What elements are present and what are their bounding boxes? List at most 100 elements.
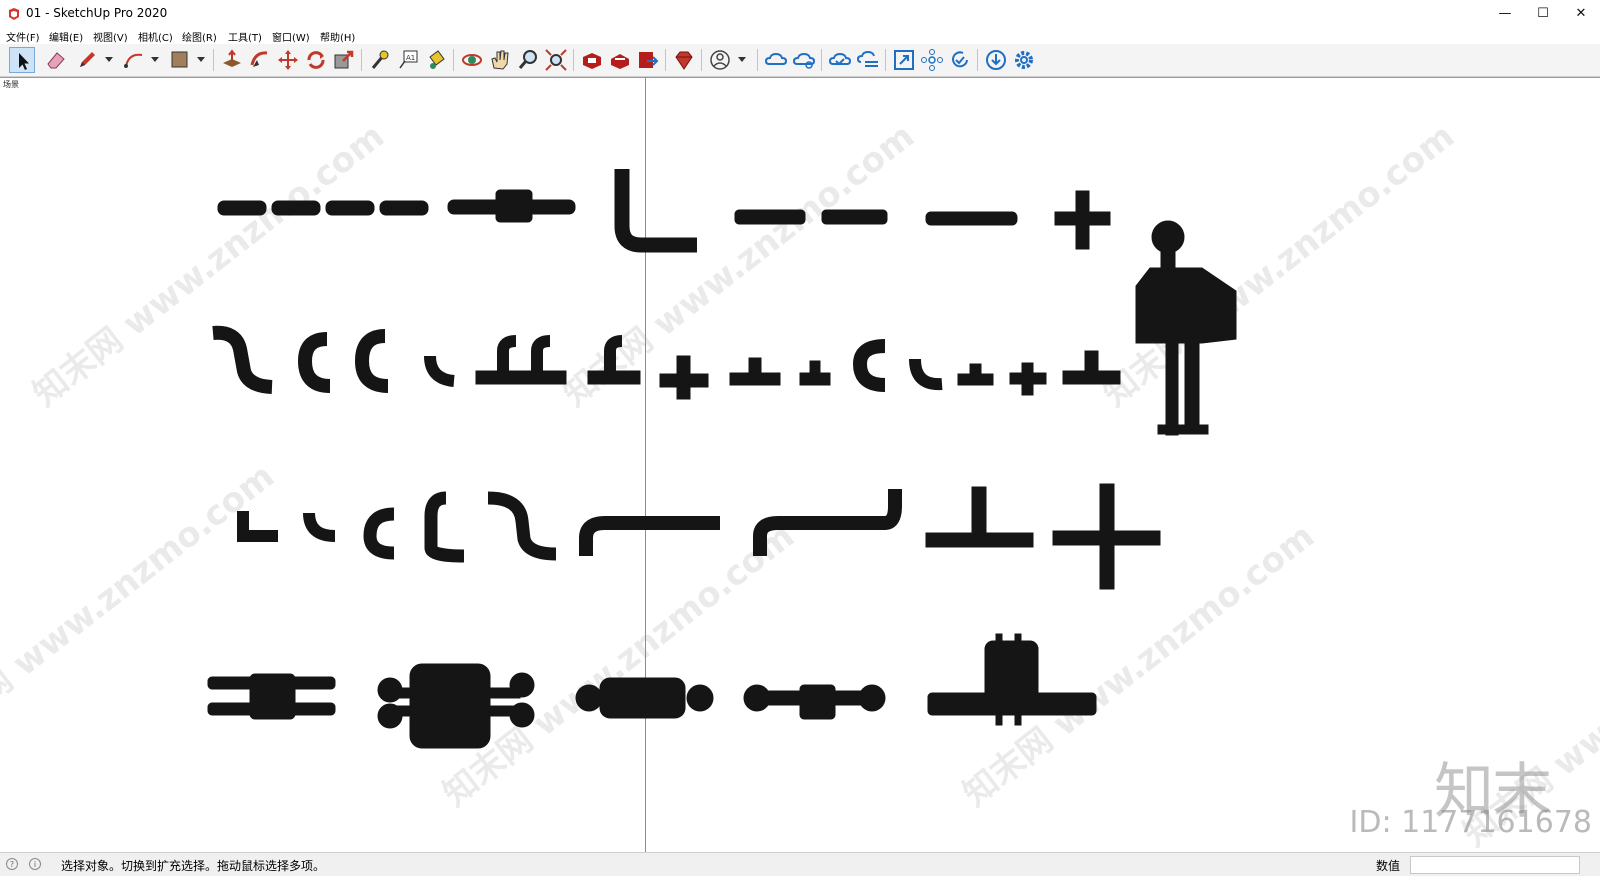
rotate-icon[interactable] <box>303 47 329 73</box>
close-button[interactable]: ✕ <box>1562 0 1600 28</box>
info-icon[interactable]: i <box>29 858 41 870</box>
shape-dropdown-icon[interactable] <box>197 57 205 62</box>
pan-icon[interactable] <box>487 47 513 73</box>
geo-location-icon[interactable]: ? <box>6 858 18 870</box>
window-title: 01 - SketchUp Pro 2020 <box>26 6 168 20</box>
valve-bolt <box>995 633 1003 647</box>
pipe-segment <box>925 211 1018 226</box>
cross-fitting <box>1099 483 1115 590</box>
tape-measure-icon[interactable] <box>367 47 393 73</box>
eraser-icon[interactable] <box>43 47 69 73</box>
pipe-elbow <box>363 507 395 560</box>
settings-icon[interactable] <box>1011 47 1037 73</box>
pipe-segment <box>734 209 806 225</box>
cloud-sync-icon[interactable] <box>827 47 853 73</box>
zoom-icon[interactable] <box>515 47 541 73</box>
sketchup-logo-icon <box>9 8 19 20</box>
cloud-share-icon[interactable] <box>763 47 789 73</box>
pipe-elbow <box>237 511 278 542</box>
pencil-dropdown-icon[interactable] <box>105 57 113 62</box>
cloud-model-icon[interactable] <box>791 47 817 73</box>
zoom-window-icon[interactable] <box>891 47 917 73</box>
valve-body <box>409 663 491 749</box>
assembly-base <box>1157 424 1209 435</box>
tee-fitting <box>748 357 762 379</box>
cross-fitting <box>1075 190 1090 250</box>
send-to-layout-icon[interactable] <box>635 47 661 73</box>
menu-camera[interactable]: 相机(C) <box>138 29 173 44</box>
move-icon[interactable] <box>275 47 301 73</box>
account-icon[interactable] <box>707 47 733 73</box>
pipe-fittings-model[interactable] <box>0 78 1600 853</box>
minimize-button[interactable]: — <box>1486 0 1524 28</box>
valve-body <box>249 673 296 720</box>
ruby-icon[interactable] <box>671 47 697 73</box>
shape-icon[interactable] <box>167 47 193 73</box>
cross-fitting <box>1021 362 1034 396</box>
model-viewport[interactable]: 场景 知末网 www.znzmo.com 知末网 www.znzmo.com 知… <box>0 77 1600 854</box>
pipe-elbow <box>852 339 886 392</box>
pipe-segment <box>217 200 267 216</box>
refresh-check-icon[interactable] <box>947 47 973 73</box>
status-message: 选择对象。切换到扩充选择。拖动鼠标选择多项。 <box>61 859 326 873</box>
valve-bolt <box>1014 633 1022 647</box>
follow-me-icon[interactable] <box>247 47 273 73</box>
watermark-id: ID: 1177161678 <box>1349 805 1592 840</box>
toolbar-separator <box>453 49 454 71</box>
scale-icon[interactable] <box>331 47 357 73</box>
pipe-elbow <box>424 355 455 387</box>
menu-file[interactable]: 文件(F) <box>6 29 40 44</box>
pipe-elbow <box>614 169 697 253</box>
main-toolbar: A1 <box>0 44 1600 77</box>
assembly-tank <box>1135 267 1237 344</box>
toolbar-separator <box>665 49 666 71</box>
push-pull-icon[interactable] <box>219 47 245 73</box>
menu-view[interactable]: 视图(V) <box>93 29 128 44</box>
toolbar-separator <box>573 49 574 71</box>
menu-draw[interactable]: 绘图(R) <box>182 29 217 44</box>
pipe-elbow <box>354 329 389 393</box>
pipe-elbow <box>297 332 331 393</box>
menu-window[interactable]: 窗口(W) <box>272 29 310 44</box>
paint-bucket-icon[interactable] <box>423 47 449 73</box>
pipe-elbow <box>303 512 336 542</box>
arc-icon[interactable] <box>121 47 147 73</box>
zoom-extents-icon[interactable] <box>543 47 569 73</box>
pipe-elbow <box>424 491 465 563</box>
menu-edit[interactable]: 编辑(E) <box>49 29 83 44</box>
pipe-elbow <box>487 491 557 561</box>
warehouse-icon[interactable] <box>579 47 605 73</box>
menu-tools[interactable]: 工具(T) <box>228 29 262 44</box>
arc-dropdown-icon[interactable] <box>151 57 159 62</box>
maximize-button[interactable]: ☐ <box>1524 0 1562 28</box>
pencil-icon[interactable] <box>74 47 100 73</box>
pipe-segment <box>271 200 321 216</box>
pipe-elbow <box>212 325 273 394</box>
account-dropdown-icon[interactable] <box>738 57 746 62</box>
tee-fitting <box>475 370 567 385</box>
title-bar: 01 - SketchUp Pro 2020 — ☐ ✕ <box>0 0 1600 29</box>
toolbar-separator <box>885 49 886 71</box>
valve-bolt <box>1014 712 1022 726</box>
toolbar-separator <box>701 49 702 71</box>
menu-help[interactable]: 帮助(H) <box>320 29 355 44</box>
download-icon[interactable] <box>983 47 1009 73</box>
measurements-input[interactable] <box>1410 856 1580 874</box>
pipe-long-elbow <box>579 516 720 556</box>
cloud-list-icon[interactable] <box>855 47 881 73</box>
pipe-segment <box>325 200 375 216</box>
cross-fitting <box>676 355 691 400</box>
network-icon[interactable] <box>919 47 945 73</box>
text-label-icon[interactable]: A1 <box>395 47 421 73</box>
status-bar: ? i 选择对象。切换到扩充选择。拖动鼠标选择多项。 数值 <box>0 852 1600 876</box>
valve-body <box>984 640 1039 714</box>
pipe-elbow <box>909 358 943 391</box>
toolbar-separator <box>361 49 362 71</box>
extension-warehouse-icon[interactable] <box>607 47 633 73</box>
orbit-icon[interactable] <box>459 47 485 73</box>
valve-port <box>575 684 603 712</box>
menu-bar: 文件(F) 编辑(E) 视图(V) 相机(C) 绘图(R) 工具(T) 窗口(W… <box>0 28 1600 44</box>
toolbar-separator <box>757 49 758 71</box>
select-icon[interactable] <box>9 47 35 73</box>
tee-fitting <box>971 486 987 538</box>
